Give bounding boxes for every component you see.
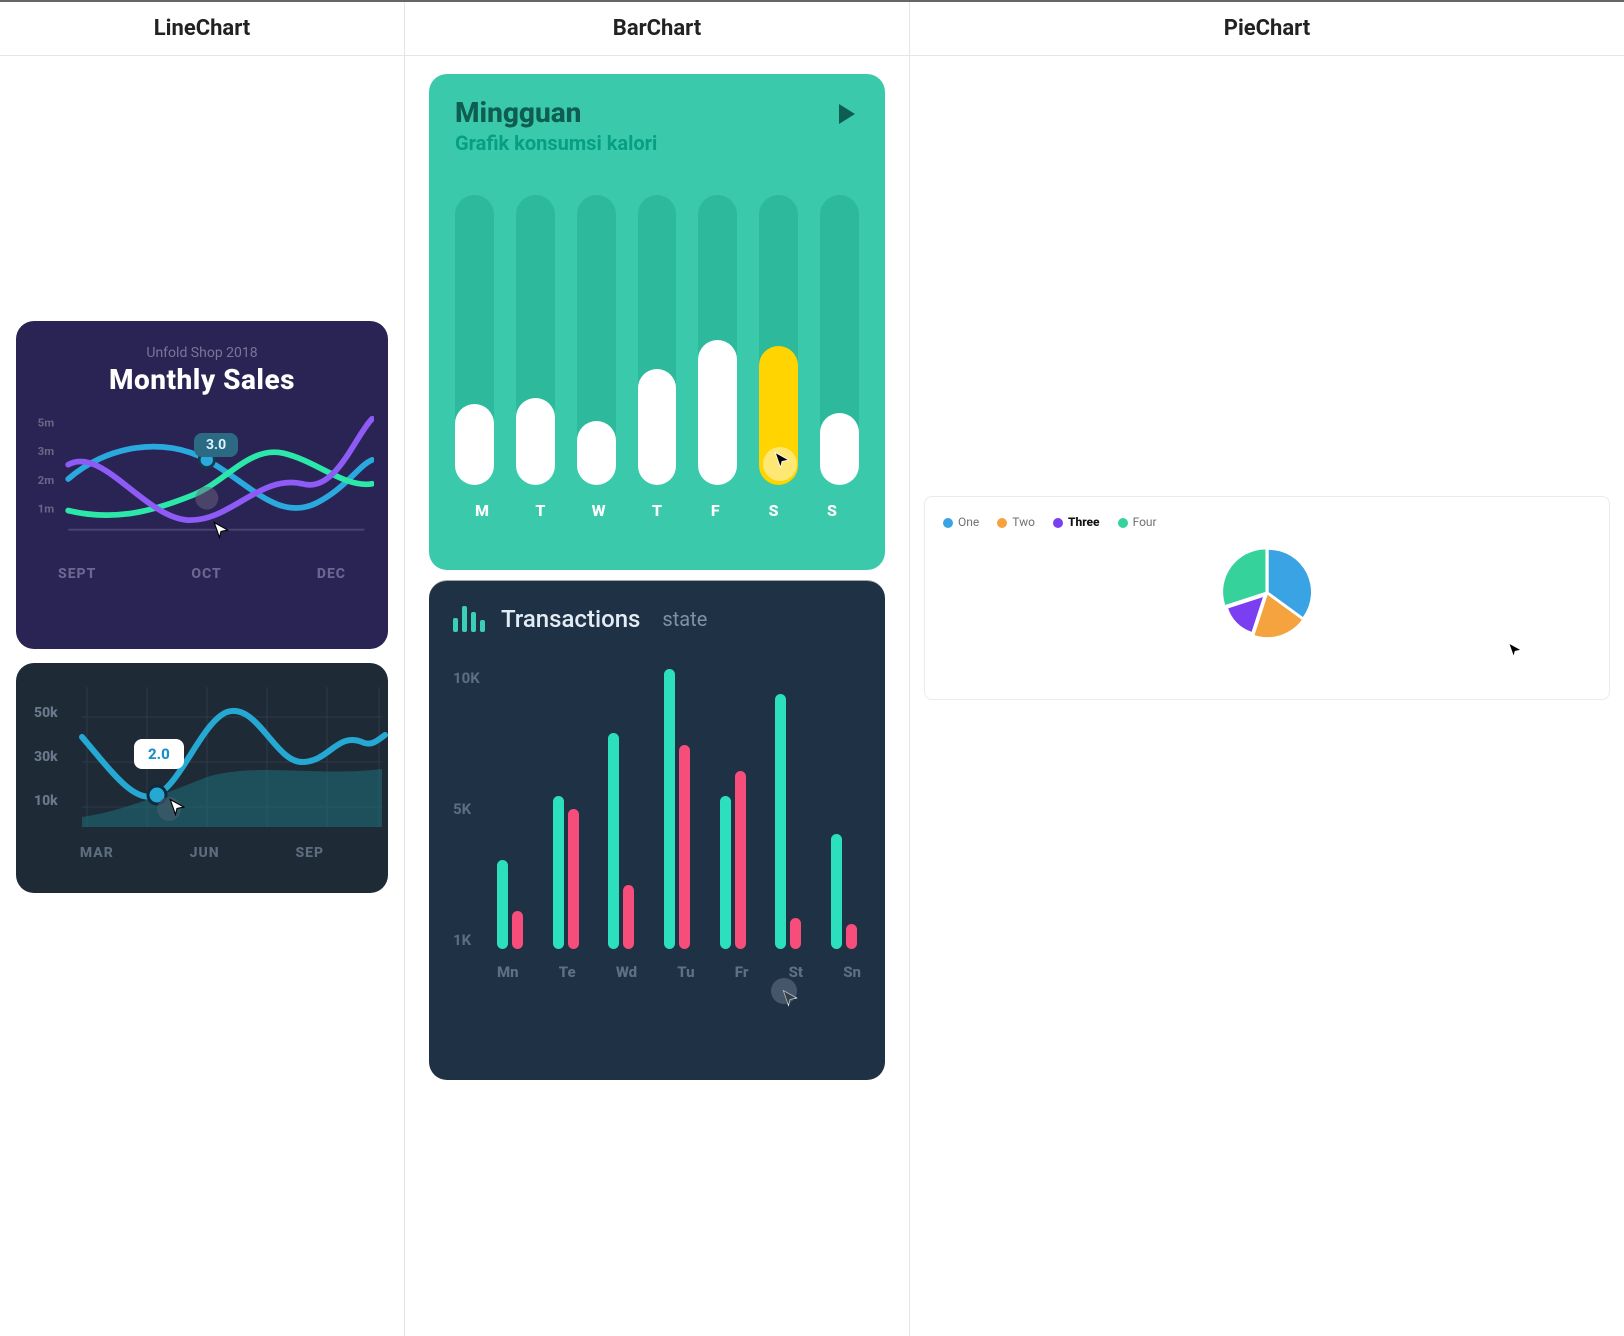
pie-column: One Two Three Four (910, 56, 1624, 1336)
bar-column: Mingguan Grafik konsumsi kalori MTWTFSS … (405, 56, 910, 1336)
ming-bar[interactable] (638, 195, 677, 485)
xtick: SEP (295, 845, 324, 861)
trans-day[interactable] (553, 796, 579, 949)
ming-bar[interactable] (577, 195, 616, 485)
ming-xtick: F (694, 501, 736, 520)
trans-day[interactable] (720, 771, 746, 949)
mingguan-subtitle: Grafik konsumsi kalori (455, 131, 859, 155)
trans-xtick: Wd (616, 963, 637, 981)
transactions-state: state (662, 607, 707, 631)
trans-day[interactable] (775, 694, 801, 949)
xtick: JUN (190, 845, 220, 861)
ming-bar[interactable] (698, 195, 737, 485)
ytick: 1m (38, 501, 55, 515)
ytick: 5m (38, 415, 55, 429)
series-area[interactable] (82, 769, 382, 827)
mingguan-title: Mingguan (455, 96, 859, 129)
trans-day[interactable] (608, 733, 634, 949)
ming-xtick: T (636, 501, 678, 520)
mingguan-bars[interactable] (455, 195, 859, 485)
transactions-xaxis: Mn Te Wd Tu Fr St Sn (453, 949, 861, 981)
ming-bar[interactable] (759, 195, 798, 485)
ytick: 1K (453, 931, 493, 949)
ytick: 5K (453, 800, 493, 818)
ming-xtick: M (461, 501, 503, 520)
trans-xtick: Mn (497, 963, 519, 981)
ming-bar[interactable] (820, 195, 859, 485)
ytick: 10K (453, 669, 493, 687)
xtick: SEPT (58, 566, 96, 582)
ytick: 10k (34, 779, 58, 823)
trans-day[interactable] (664, 669, 690, 949)
ming-bar[interactable] (455, 195, 494, 485)
monthly-subtitle: Unfold Shop 2018 (30, 345, 374, 361)
mingguan-card[interactable]: Mingguan Grafik konsumsi kalori MTWTFSS (429, 74, 885, 570)
trans-xtick: St (789, 963, 803, 981)
trans-xtick: Tu (677, 963, 694, 981)
mingguan-xaxis: MTWTFSS (455, 485, 859, 520)
transactions-card[interactable]: Transactions state 10K 5K 1K Mn Te Wd Tu Fr S… (429, 580, 885, 1080)
cursor-icon (781, 988, 799, 1012)
series-green[interactable] (68, 452, 372, 515)
trans-day[interactable] (831, 834, 857, 949)
ming-xtick: T (519, 501, 561, 520)
hover-glow (195, 487, 218, 510)
area-tooltip: 2.0 (134, 739, 184, 769)
xtick: MAR (80, 845, 114, 861)
area-chart-card[interactable]: 50k 30k 10k 2.0 (16, 663, 388, 893)
legend-item[interactable]: Two (997, 515, 1035, 529)
transactions-bars[interactable] (493, 669, 861, 949)
monthly-tooltip: 3.0 (194, 433, 238, 457)
monthly-sales-card[interactable]: Unfold Shop 2018 Monthly Sales 3.0 5m 3m… (16, 321, 388, 649)
header-bar: BarChart (405, 2, 910, 55)
monthly-lines-svg[interactable]: 5m 3m 2m 1m (30, 404, 374, 554)
ytick: 3m (38, 444, 55, 458)
ytick: 2m (38, 473, 55, 487)
pie-legend: One Two Three Four (943, 515, 1591, 529)
legend-item[interactable]: One (943, 515, 979, 529)
ytick: 30k (34, 735, 58, 779)
trans-xtick: Fr (735, 963, 749, 981)
ming-xtick: S (811, 501, 853, 520)
header-pie: PieChart (910, 2, 1624, 55)
line-column: Unfold Shop 2018 Monthly Sales 3.0 5m 3m… (0, 56, 405, 1336)
trans-day[interactable] (497, 860, 523, 949)
legend-item[interactable]: Three (1053, 515, 1100, 529)
transactions-title: Transactions (501, 605, 640, 633)
pie-slice-four[interactable] (1223, 550, 1265, 605)
ytick: 50k (34, 691, 58, 735)
pie-svg[interactable] (1217, 543, 1317, 643)
xtick: DEC (317, 566, 346, 582)
monthly-title: Monthly Sales (30, 363, 374, 396)
equalizer-icon (453, 606, 485, 632)
trans-xtick: Sn (843, 963, 861, 981)
ming-xtick: S (753, 501, 795, 520)
area-svg[interactable] (16, 677, 388, 847)
header-line: LineChart (0, 2, 405, 55)
pie-card[interactable]: One Two Three Four (924, 496, 1610, 700)
xtick: OCT (191, 566, 221, 582)
legend-item[interactable]: Four (1118, 515, 1157, 529)
ming-bar[interactable] (516, 195, 555, 485)
ming-xtick: W (578, 501, 620, 520)
play-icon[interactable] (839, 104, 855, 124)
trans-xtick: Te (559, 963, 576, 981)
column-headers: LineChart BarChart PieChart (0, 0, 1624, 56)
hover-glow (157, 797, 181, 821)
